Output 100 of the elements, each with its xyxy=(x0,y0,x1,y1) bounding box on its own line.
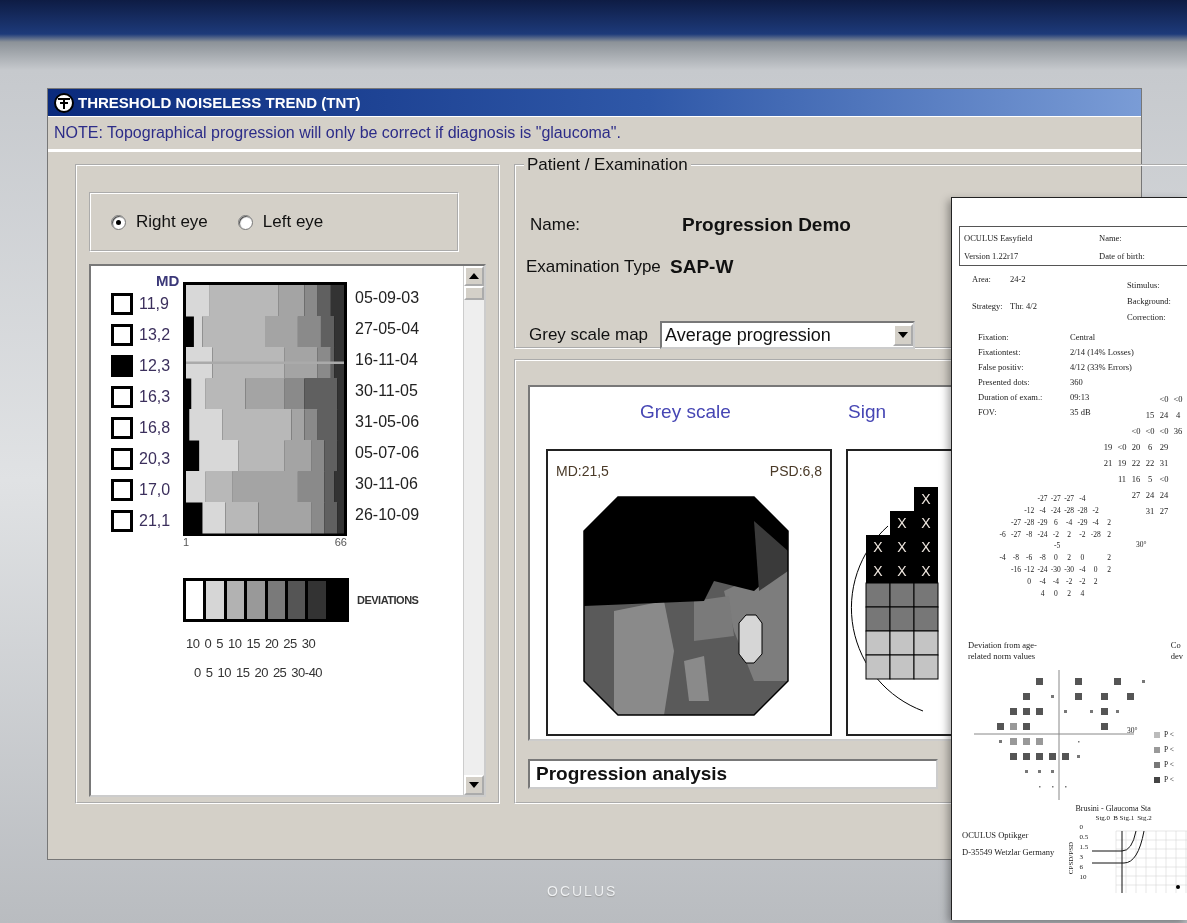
threshold-value: <0 xyxy=(1117,442,1127,452)
scale-label: 10 xyxy=(227,636,242,651)
exam-date: 16-11-04 xyxy=(355,349,419,370)
panel-title: Sign xyxy=(848,401,887,424)
app-logo-icon xyxy=(54,92,74,113)
checkbox[interactable] xyxy=(111,292,133,315)
scale-label: 10 xyxy=(186,636,200,651)
stat-label: Presented dots: xyxy=(978,377,1030,387)
checkbox[interactable] xyxy=(111,447,133,470)
md-value: 20,3 xyxy=(139,449,171,468)
md-value: 17,0 xyxy=(139,480,171,499)
significance-cell xyxy=(913,630,939,656)
significance-cell: X xyxy=(866,559,890,583)
company-address: OCULUS Optikger xyxy=(962,830,1030,841)
column-header: MD xyxy=(156,272,180,289)
checkbox[interactable] xyxy=(111,416,133,439)
significance-cell xyxy=(913,606,939,632)
exam-date: 31-05-06 xyxy=(355,411,420,432)
param-label: Stimulus: xyxy=(1127,280,1161,290)
field-label: Name: xyxy=(1099,233,1123,243)
window-title: THRESHOLD NOISELESS TREND (TNT) xyxy=(78,94,361,111)
stat-label: Fixation: xyxy=(978,332,1009,342)
checkbox[interactable] xyxy=(111,385,133,408)
exam-date: 26-10-09 xyxy=(355,504,420,525)
scale-label: 15 xyxy=(235,665,250,680)
stat-label: FOV: xyxy=(978,407,997,417)
scale-label: 30 xyxy=(301,636,316,651)
scale-label: 0 xyxy=(194,665,201,680)
scale-label: 20 xyxy=(254,665,268,680)
md-value: 11,9 xyxy=(139,294,169,313)
progression-analysis-field[interactable]: Progression analysis xyxy=(528,759,938,789)
scale-label: 20 xyxy=(264,636,279,651)
threshold-value: 22 xyxy=(1145,458,1155,468)
note-text: NOTE: Topographical progression will only be correct if diagnosis is "glaucoma". xyxy=(54,124,621,142)
scale-label: 25 xyxy=(283,636,297,651)
significance-cell xyxy=(865,630,891,656)
exam-date: 30-11-06 xyxy=(355,473,419,494)
param-value: 24-2 xyxy=(1010,274,1027,286)
exam-date: 27-05-04 xyxy=(355,318,420,339)
legend-symbol-icon xyxy=(1154,731,1160,738)
param-value: Thr. 4/2 xyxy=(1010,301,1037,313)
radio-button[interactable] xyxy=(111,214,126,230)
significance-cell: X xyxy=(890,511,914,535)
threshold-value: <0 xyxy=(1159,474,1169,484)
threshold-value: 16 xyxy=(1131,474,1141,484)
param-label: Correction: xyxy=(1127,312,1167,322)
significance-cell xyxy=(913,582,939,608)
checkbox[interactable] xyxy=(111,354,133,377)
scroll-thumb[interactable] xyxy=(464,286,484,300)
threshold-value: <0 xyxy=(1159,426,1169,436)
stat-label: Fixationtest: xyxy=(978,347,1021,357)
patient-name: Progression Demo xyxy=(682,214,851,236)
dropdown-caret-icon xyxy=(898,332,909,338)
company-address: D-35549 Wetzlar Germany xyxy=(962,847,1056,858)
significance-cell xyxy=(889,630,915,656)
legend-symbol-icon xyxy=(1154,761,1160,768)
threshold-value: 15 xyxy=(1145,410,1155,420)
stat-value: 09:13 xyxy=(1070,392,1090,402)
threshold-value: 29 xyxy=(1159,442,1169,452)
significance-cell: X xyxy=(890,559,914,583)
threshold-value: 11 xyxy=(1117,474,1127,484)
threshold-value: 6 xyxy=(1147,442,1153,452)
threshold-value: 27 xyxy=(1159,506,1169,516)
scale-label: 15 xyxy=(246,636,260,651)
threshold-value: 24 xyxy=(1145,490,1155,500)
significance-cell: X xyxy=(914,487,938,511)
md-value: 16,8 xyxy=(139,418,171,437)
threshold-value: 27 xyxy=(1131,490,1141,500)
radio-label[interactable]: Right eye xyxy=(136,212,208,232)
threshold-value: 20 xyxy=(1131,442,1141,452)
chart-caption: Co dev xyxy=(1170,640,1183,663)
significance-cell: X xyxy=(914,559,938,583)
checkbox[interactable] xyxy=(111,323,133,346)
map-type-dropdown[interactable]: Average progression xyxy=(660,321,916,349)
md-value: 12,3 xyxy=(139,356,171,375)
radio-label[interactable]: Left eye xyxy=(262,212,324,232)
threshold-value: <0 xyxy=(1131,426,1141,436)
checkbox[interactable] xyxy=(111,478,133,501)
significance-cell xyxy=(865,606,891,632)
psd-value: PSD:6,8 xyxy=(769,463,822,479)
field-label: Date of birth: xyxy=(1099,251,1146,261)
scale-label: 25 xyxy=(272,665,287,680)
axis-label: 1 xyxy=(183,536,190,548)
threshold-value: 24 xyxy=(1159,410,1169,420)
scrollbar[interactable] xyxy=(463,266,484,795)
radio-button[interactable] xyxy=(237,214,253,230)
field-label: Name: xyxy=(529,215,582,235)
legend-title: DEVIATIONS xyxy=(357,594,419,606)
significance-cell xyxy=(889,582,915,608)
checkbox[interactable] xyxy=(111,509,133,532)
param-label: Strategy: xyxy=(972,301,1004,313)
significance-cell xyxy=(865,582,891,608)
md-value: 13,2 xyxy=(139,325,171,344)
threshold-value: 36 xyxy=(1173,426,1183,436)
scroll-up-icon xyxy=(469,273,479,279)
significance-cell xyxy=(889,654,915,680)
stat-label: False positiv: xyxy=(978,362,1024,372)
product-name: OCULUS Easyfield xyxy=(964,233,1034,243)
scale-label: 30-40 xyxy=(291,665,323,680)
field-label: Grey scale map xyxy=(528,325,649,345)
